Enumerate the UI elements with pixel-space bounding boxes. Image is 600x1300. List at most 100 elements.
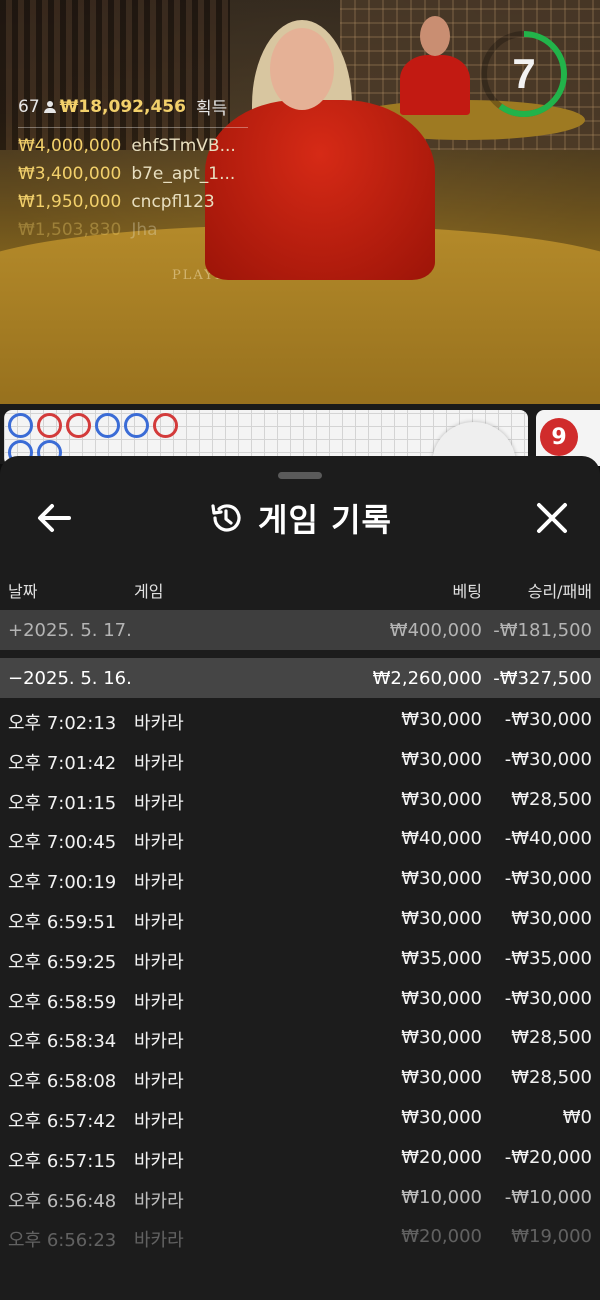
- row-time: 오후 6:57:15: [8, 1150, 117, 1172]
- row-result: -₩30,000: [504, 709, 592, 730]
- background-dealer-head: [420, 16, 450, 56]
- roadmap-strip[interactable]: [0, 404, 600, 506]
- row-time: 오후 7:00:45: [8, 832, 117, 854]
- row-result: ₩30,000: [511, 907, 592, 929]
- row-game: 바카라: [134, 1190, 184, 1212]
- winner-row: ₩1,503,830 Jha: [18, 220, 248, 240]
- row-bet: ₩20,000: [401, 1146, 482, 1168]
- row-time: 오후 6:56:48: [8, 1190, 117, 1212]
- winner-row: ₩4,000,000 ehfSTmVB...: [18, 136, 248, 156]
- history-row[interactable]: 오후 6:57:42 바카라 ₩30,000 ₩0: [0, 1098, 600, 1138]
- date-group-collapsed[interactable]: +2025. 5. 17. ₩400,000 -₩181,500: [0, 610, 600, 650]
- betting-timer: 7: [476, 26, 572, 122]
- row-bet: ₩10,000: [401, 1186, 482, 1208]
- row-game: 바카라: [134, 1071, 184, 1093]
- history-row[interactable]: 오후 7:00:19 바카라 ₩30,000 -₩30,000: [0, 859, 600, 899]
- row-result: -₩20,000: [504, 1146, 592, 1168]
- row-result: ₩28,500: [511, 1067, 592, 1089]
- dealer-head: [270, 28, 334, 110]
- drag-handle[interactable]: [278, 472, 322, 479]
- history-row[interactable]: 오후 6:56:23 바카라 ₩20,000 ₩19,000: [0, 1217, 600, 1257]
- history-row[interactable]: 오후 6:58:34 바카라 ₩30,000 ₩28,500: [0, 1018, 600, 1058]
- row-bet: ₩30,000: [401, 1106, 482, 1128]
- row-time: 오후 6:58:59: [8, 991, 117, 1013]
- winner-amount: ₩3,400,000: [18, 164, 122, 184]
- winner-name: Jha: [131, 220, 158, 240]
- winner-row: ₩1,950,000 cncpfl123: [18, 192, 248, 212]
- row-time: 오후 6:58:34: [8, 1031, 117, 1053]
- column-date: 날짜: [8, 582, 38, 601]
- winner-name: ehfSTmVB...: [131, 136, 236, 156]
- row-bet: ₩20,000: [401, 1226, 482, 1248]
- history-row[interactable]: 오후 6:56:48 바카라 ₩10,000 -₩10,000: [0, 1178, 600, 1218]
- row-bet: ₩30,000: [401, 709, 482, 730]
- panel-title-group: 게임 기록: [0, 490, 600, 546]
- row-time: 오후 7:02:13: [8, 713, 117, 734]
- winners-overlay: 67 ₩18,092,456 획득 ₩4,000,000 ehfSTmVB...…: [18, 94, 248, 240]
- row-time: 오후 7:00:19: [8, 872, 117, 894]
- row-time: 오후 6:59:25: [8, 951, 117, 973]
- result-badge: 9: [540, 418, 578, 456]
- column-result: 승리/패배: [527, 582, 592, 601]
- winner-name: b7e_apt_1...: [131, 164, 236, 184]
- background-dealer: [400, 55, 470, 115]
- road-banker-marker: [153, 413, 178, 438]
- history-row[interactable]: 오후 7:01:15 바카라 ₩30,000 ₩28,500: [0, 780, 600, 820]
- winner-amount: ₩1,950,000: [18, 192, 122, 212]
- date-group-expanded[interactable]: −2025. 5. 16. ₩2,260,000 -₩327,500: [0, 658, 600, 698]
- row-game: 바카라: [134, 991, 184, 1013]
- row-time: 오후 7:01:15: [8, 792, 117, 814]
- row-time: 오후 6:56:23: [8, 1230, 117, 1252]
- close-button[interactable]: [526, 492, 578, 544]
- road-player-marker: [8, 413, 33, 438]
- row-time: 오후 7:01:42: [8, 752, 117, 774]
- row-result: -₩30,000: [504, 987, 592, 1009]
- row-time: 오후 6:59:51: [8, 911, 117, 933]
- road-banker-marker: [66, 413, 91, 438]
- row-game: 바카라: [134, 1230, 184, 1252]
- history-row[interactable]: 오후 7:00:45 바카라 ₩40,000 -₩40,000: [0, 819, 600, 859]
- row-game: 바카라: [134, 792, 184, 814]
- history-row[interactable]: 오후 6:58:08 바카라 ₩30,000 ₩28,500: [0, 1058, 600, 1098]
- history-row[interactable]: 오후 6:59:25 바카라 ₩35,000 -₩35,000: [0, 939, 600, 979]
- row-result: -₩10,000: [504, 1186, 592, 1208]
- column-bet: 베팅: [452, 582, 482, 601]
- winner-amount: ₩4,000,000: [18, 136, 122, 156]
- row-time: 오후 6:57:42: [8, 1110, 117, 1132]
- row-game: 바카라: [134, 1150, 184, 1172]
- row-result: ₩28,500: [511, 1027, 592, 1049]
- game-history-panel: 게임 기록 날짜 게임 베팅 승리/패배 +2025. 5. 17. ₩400,…: [0, 456, 600, 1300]
- row-time: 오후 6:58:08: [8, 1071, 117, 1093]
- row-result: -₩30,000: [504, 868, 592, 890]
- group-result-total: -₩181,500: [493, 619, 592, 641]
- row-result: ₩28,500: [511, 788, 592, 810]
- players-summary: 67 ₩18,092,456 획득: [18, 94, 248, 120]
- group-result-total: -₩327,500: [493, 667, 592, 689]
- divider: [18, 127, 248, 128]
- row-bet: ₩35,000: [401, 947, 482, 969]
- group-date: +2025. 5. 17.: [8, 619, 132, 641]
- row-game: 바카라: [134, 1110, 184, 1132]
- live-video-feed: PLAYER BANKER 67 ₩18,092,456 획득 ₩4,000,0…: [0, 0, 600, 404]
- history-row[interactable]: 오후 6:57:15 바카라 ₩20,000 -₩20,000: [0, 1138, 600, 1178]
- row-bet: ₩30,000: [401, 748, 482, 770]
- won-label: 획득: [195, 99, 228, 119]
- history-row[interactable]: 오후 7:02:13 바카라 ₩30,000 -₩30,000: [0, 700, 600, 740]
- road-banker-marker: [37, 413, 62, 438]
- history-row[interactable]: 오후 6:58:59 바카라 ₩30,000 -₩30,000: [0, 979, 600, 1019]
- history-icon: [211, 504, 241, 532]
- panel-title: 게임 기록: [258, 501, 392, 539]
- row-game: 바카라: [134, 911, 184, 933]
- total-won: ₩18,092,456: [59, 96, 186, 117]
- timer-value: 7: [512, 50, 536, 97]
- history-list[interactable]: 오후 7:02:13 바카라 ₩30,000 -₩30,000 오후 7:01:42 바카…: [0, 700, 600, 1257]
- row-game: 바카라: [134, 872, 184, 894]
- row-bet: ₩30,000: [401, 987, 482, 1009]
- row-game: 바카라: [134, 752, 184, 774]
- person-icon: [43, 100, 56, 113]
- history-row[interactable]: 오후 7:01:42 바카라 ₩30,000 -₩30,000: [0, 740, 600, 780]
- road-player-marker: [124, 413, 149, 438]
- history-row[interactable]: 오후 6:59:51 바카라 ₩30,000 ₩30,000: [0, 899, 600, 939]
- panel-header: 게임 기록: [0, 490, 600, 546]
- row-result: -₩35,000: [504, 947, 592, 969]
